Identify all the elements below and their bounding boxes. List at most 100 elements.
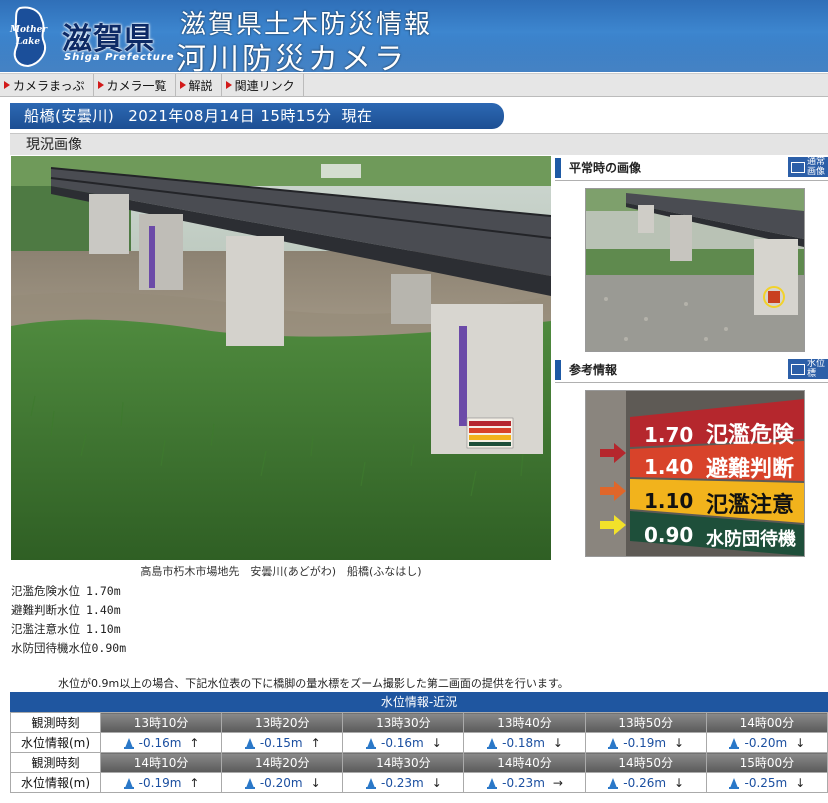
observation-time: 13時20分 [221,712,344,733]
trend-arrow-icon: ↓ [795,735,806,750]
nav-camera-map[interactable]: カメラまっぷ [0,74,94,96]
nav-label: カメラまっぷ [13,78,85,93]
water-level-value: -0.23m [502,775,545,790]
water-level-cell: -0.16m ↓ [342,732,465,753]
station-status: 現在 [341,107,373,125]
observation-time: 15時00分 [705,752,828,773]
water-gauge-icon [608,777,619,789]
observation-time: 14時20分 [221,752,344,773]
observation-time: 13時10分 [99,712,223,733]
water-level-cell: -0.15m ↑ [221,732,344,753]
water-level-cell: -0.20m ↓ [221,772,344,793]
reference-tag: 水位標 [807,359,826,379]
logo-subtitle: Shiga Prefecture [64,52,175,63]
water-level-value: -0.20m [259,775,303,790]
trend-arrow-icon: ↓ [431,735,442,750]
level-row: 水防団待機水位0.90m [11,639,126,658]
water-level-cell: -0.25m ↓ [705,772,828,793]
level-value: 0.90m [91,641,127,655]
gauge-value: 1.40 [644,455,694,479]
time-row-label: 観測時刻 [10,752,101,773]
gauge-label: 氾濫危険 [706,423,795,448]
gauge-label: 氾濫注意 [706,493,795,518]
water-level-value: -0.16m [138,735,182,750]
arrow-right-icon [225,81,232,89]
image-icon [791,161,805,173]
observation-time: 14時00分 [705,712,828,733]
water-level-grid: 観測時刻 13時10分 13時20分 13時30分 13時40分 13時50分 14時00分… [10,712,828,793]
svg-text:Lake: Lake [15,37,40,47]
site-header: Mother Lake 滋賀県 Shiga Prefecture 滋賀県土木防災… [0,0,828,72]
water-level-cell: -0.26m ↓ [584,772,707,793]
time-row-label: 観測時刻 [10,712,101,733]
reference-header: 参考情報 水位標 [555,357,828,383]
gauge-label: 避難判断 [706,457,795,482]
water-gauge-icon [123,737,134,749]
shiga-lake-logo-icon[interactable]: Mother Lake [6,4,68,68]
normal-time-image[interactable] [585,188,805,352]
observation-time: 13時30分 [342,712,465,733]
level-row: 氾濫注意水位 1.10m [11,620,126,639]
water-level-cell: -0.20m ↓ [705,732,828,753]
gauge-value: 0.90 [644,523,694,547]
normal-image-title: 平常時の画像 [569,161,642,175]
trend-arrow-icon: ↓ [674,775,685,790]
trend-arrow-icon: → [552,775,563,790]
station-title-bar: 船橋(安曇川) 2021年08月14日 15時15分 現在 [10,103,504,129]
water-table-title: 水位情報-近況 [10,692,828,712]
water-gauge-icon [487,777,498,789]
site-title-line2: 河川防災カメラ [176,42,407,72]
level-value: 1.10m [86,622,121,636]
water-gauge-icon [365,737,376,749]
observation-time: 14時50分 [584,752,707,773]
arrow-right-icon [97,81,104,89]
nav-label: カメラ一覧 [106,78,167,93]
trend-arrow-icon: ↓ [674,735,685,750]
water-level-value: -0.19m [138,775,182,790]
level-row-label: 水位情報(m) [10,732,101,753]
water-level-value: -0.15m [259,735,303,750]
trend-arrow-icon: ↓ [795,775,806,790]
water-gauge-icon [729,777,740,789]
water-level-value: -0.18m [502,735,545,750]
arrow-right-icon [179,81,186,89]
level-label: 氾濫注意水位 [11,622,80,636]
water-level-cell: -0.23m → [463,772,586,793]
svg-text:Mother: Mother [9,25,48,35]
water-level-table: 水位情報-近況 観測時刻 13時10分 13時20分 13時30分 13時40分 13時5… [10,692,828,793]
water-level-cell: -0.18m ↓ [463,732,586,753]
observation-time: 13時40分 [463,712,586,733]
nav-related-links[interactable]: 関連リンク [222,74,304,96]
trend-arrow-icon: ↓ [310,775,321,790]
gauge-label: 水防団待機 [706,529,796,550]
nav-camera-list[interactable]: カメラ一覧 [94,74,176,96]
normal-image-button[interactable]: 通常画像 [788,157,828,177]
water-level-value: -0.25m [744,775,788,790]
water-gauge-button[interactable]: 水位標 [788,359,828,379]
observation-time: 14時10分 [99,752,223,773]
header-accent-bar [555,360,561,380]
gauge-value: 1.70 [644,423,694,447]
trend-arrow-icon: ↓ [431,775,442,790]
header-accent-bar [555,158,561,178]
water-level-value: -0.26m [623,775,667,790]
level-row: 避難判断水位 1.40m [11,601,126,620]
water-level-cell: -0.19m ↓ [584,732,707,753]
water-gauge-icon [244,777,255,789]
water-level-cell: -0.23m ↓ [342,772,465,793]
trend-arrow-icon: ↓ [552,735,563,750]
water-level-value: -0.23m [380,775,424,790]
water-gauge-icon [244,737,255,749]
time-row: 観測時刻 14時10分 14時20分 14時30分 14時40分 14時50分 15時00分 [10,752,828,773]
level-label: 水防団待機水位 [11,641,92,655]
camera-location-caption: 高島市朽木市場地先 安曇川(あどがわ) 船橋(ふなはし) [140,565,422,578]
water-gauge-icon [608,737,619,749]
nav-explanation[interactable]: 解説 [176,74,222,96]
water-gauge-icon [123,777,134,789]
water-level-cell: -0.19m ↑ [99,772,223,793]
water-level-cell: -0.16m ↑ [99,732,223,753]
observation-time: 13時50分 [584,712,707,733]
nav-label: 解説 [188,78,213,93]
level-value: 1.70m [86,584,121,598]
water-gauge-icon [487,737,498,749]
